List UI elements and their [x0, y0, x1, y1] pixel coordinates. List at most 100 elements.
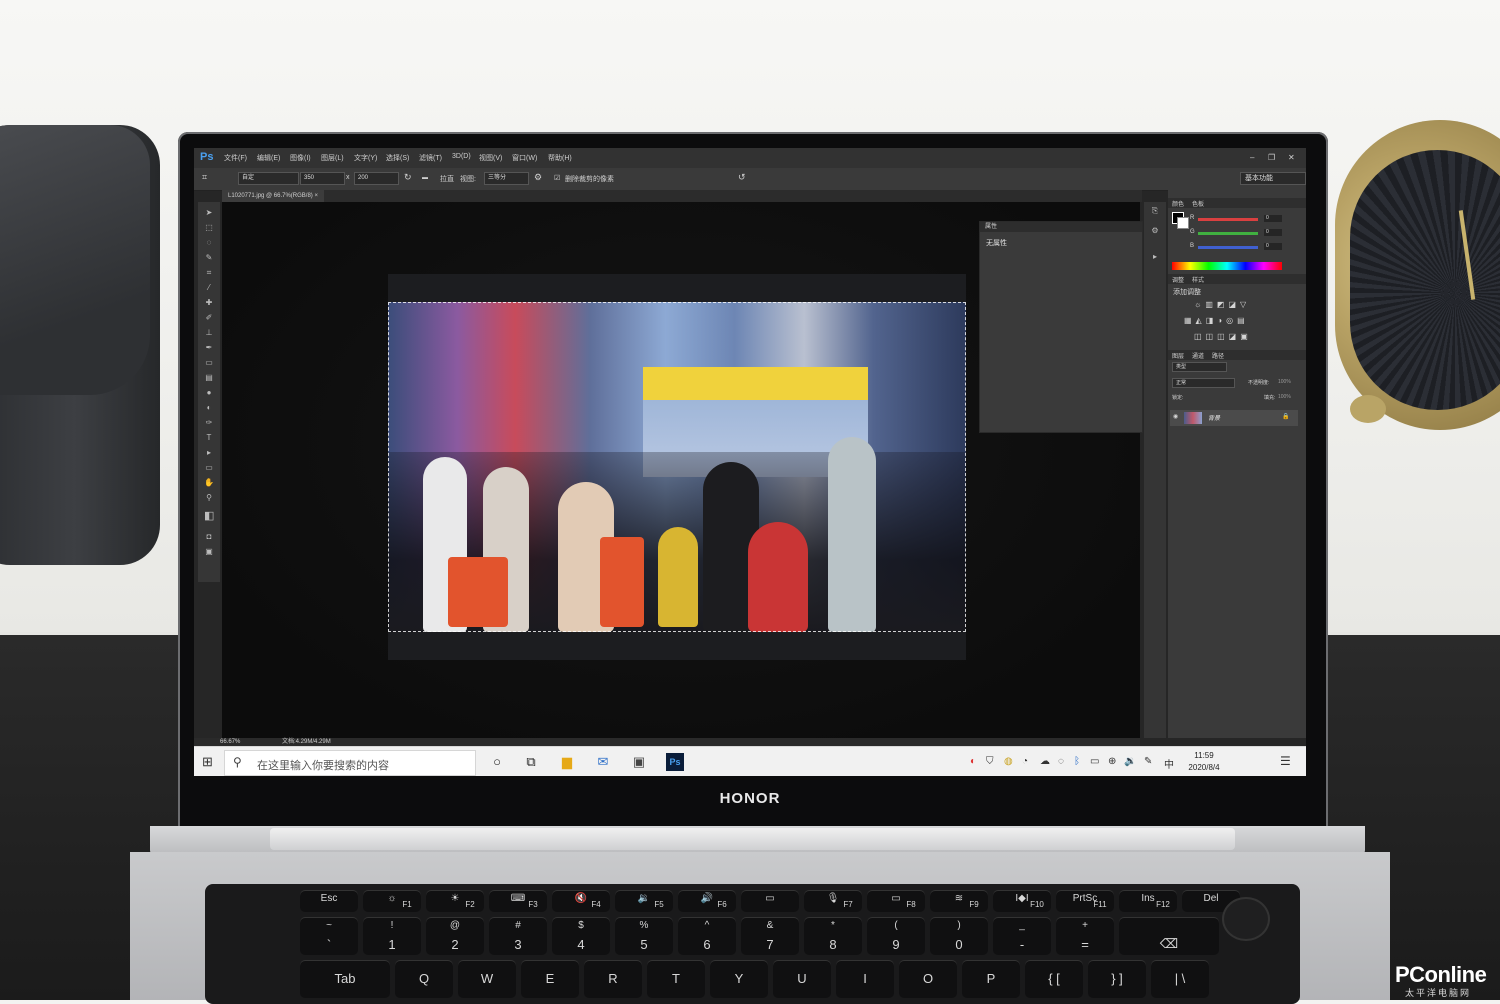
tray-app-icon[interactable]: ◐ — [970, 756, 976, 767]
layer-row-background[interactable]: ◉ 背景 🔒 — [1170, 410, 1298, 426]
keyboard-key[interactable]: (9 — [867, 917, 925, 955]
keyboard-key[interactable]: ▭ F8 — [867, 890, 925, 912]
zoom-tool-icon[interactable]: ⚲ — [204, 493, 214, 502]
keyboard-key[interactable]: R — [584, 960, 642, 998]
healing-tool-icon[interactable]: ✚ — [204, 298, 214, 307]
quick-mask-icon[interactable]: ◘ — [204, 532, 214, 541]
keyboard-key[interactable]: ! 1 — [363, 917, 421, 955]
menu-edit[interactable]: 编辑(E) — [257, 153, 280, 163]
straighten-icon[interactable]: ▬ — [422, 175, 428, 181]
fill-value[interactable]: 100% — [1278, 394, 1291, 400]
keyboard-key[interactable]: Y — [710, 960, 768, 998]
swap-icon[interactable]: ↻ — [404, 172, 412, 183]
lasso-tool-icon[interactable]: ◌ — [204, 238, 214, 247]
tab-color[interactable]: 颜色 — [1172, 199, 1184, 208]
restore-button[interactable]: ❐ — [1268, 153, 1275, 162]
channel-g-value[interactable]: 0 — [1264, 229, 1282, 236]
volume-icon[interactable]: 🔉 — [1124, 756, 1136, 767]
dodge-tool-icon[interactable]: ◐ — [204, 403, 214, 412]
straighten-label[interactable]: 拉直 — [440, 174, 454, 184]
menu-image[interactable]: 图像(I) — [290, 153, 311, 163]
computer-icon[interactable]: ▣ — [630, 753, 648, 771]
gradient-tool-icon[interactable]: ▤ — [204, 373, 214, 382]
tab-adjustments[interactable]: 调整 — [1172, 275, 1184, 284]
workspace-select[interactable]: 基本功能 — [1240, 172, 1306, 185]
menu-help[interactable]: 帮助(H) — [548, 153, 572, 163]
stamp-tool-icon[interactable]: ⊥ — [204, 328, 214, 337]
marquee-tool-icon[interactable]: ⬚ — [204, 223, 214, 232]
adjustment-icons-row-2[interactable]: ▦◭◨◑◎▤ — [1184, 316, 1249, 325]
keyboard-key[interactable]: T — [647, 960, 705, 998]
keyboard-key[interactable]: + = — [1056, 917, 1114, 955]
close-button[interactable]: ✕ — [1288, 153, 1295, 162]
color-swatches-icon[interactable]: ◧ — [204, 511, 214, 522]
power-button[interactable] — [1222, 897, 1270, 941]
keyboard-key[interactable]: | \ — [1151, 960, 1209, 998]
menu-layer[interactable]: 图层(L) — [321, 153, 344, 163]
keyboard-key[interactable]: P — [962, 960, 1020, 998]
crop-frame[interactable] — [388, 302, 966, 632]
ime-indicator[interactable]: 中 — [1164, 756, 1174, 771]
keyboard-key[interactable]: ^ 6 — [678, 917, 736, 955]
keyboard-key[interactable]: Esc — [300, 890, 358, 912]
background-color-swatch[interactable] — [1177, 217, 1189, 229]
taskbar-date[interactable]: 2020/8/4 — [1182, 763, 1226, 772]
zoom-level[interactable]: 66.67% — [220, 738, 240, 746]
screen-mode-icon[interactable]: ▣ — [204, 547, 214, 556]
keyboard-key[interactable]: I◆I F10 — [993, 890, 1051, 912]
keyboard-key[interactable]: % 5 — [615, 917, 673, 955]
minimize-button[interactable]: – — [1250, 153, 1254, 162]
crop-height-input[interactable]: 200 — [354, 172, 399, 185]
keyboard-key[interactable]: ⌫ — [1119, 917, 1219, 955]
mail-icon[interactable]: ✉ — [594, 753, 612, 771]
keyboard-key[interactable]: O — [899, 960, 957, 998]
pen-tool-icon[interactable]: ✑ — [204, 418, 214, 427]
keyboard-key[interactable]: @2 — [426, 917, 484, 955]
keyboard-key[interactable]: 🔉 F5 — [615, 890, 673, 912]
keyboard-key[interactable]: Tab — [300, 960, 390, 998]
shield-icon[interactable]: ⛉ — [986, 756, 994, 767]
path-select-tool-icon[interactable]: ▸ — [204, 448, 214, 457]
menu-filter[interactable]: 滤镜(T) — [419, 153, 442, 163]
keyboard-key[interactable]: U — [773, 960, 831, 998]
tab-channels[interactable]: 通道 — [1192, 351, 1204, 360]
tab-swatches[interactable]: 色板 — [1192, 199, 1204, 208]
taskbar-search-box[interactable]: ⚲ 在这里输入你要搜索的内容 — [224, 750, 476, 776]
keyboard-key[interactable]: & 7 — [741, 917, 799, 955]
keyboard-key[interactable]: * 8 — [804, 917, 862, 955]
keyboard-key[interactable]: 🎙 F7 — [804, 890, 862, 912]
network-icon[interactable]: ⊕ — [1108, 756, 1116, 767]
keyboard-key[interactable]: ☀ F2 — [426, 890, 484, 912]
history-icon[interactable]: ⎘ — [1150, 206, 1160, 215]
keyboard-key[interactable]: ~ ` — [300, 917, 358, 955]
tray-app-icon[interactable]: ◔ — [1022, 756, 1028, 767]
tab-layers[interactable]: 图层 — [1172, 351, 1184, 360]
keyboard-key[interactable]: } ] — [1088, 960, 1146, 998]
shape-tool-icon[interactable]: ▭ — [204, 463, 214, 472]
file-explorer-icon[interactable]: ▆ — [558, 753, 576, 771]
crop-width-input[interactable]: 350 — [300, 172, 345, 185]
color-spectrum[interactable] — [1172, 262, 1282, 270]
tab-paths[interactable]: 路径 — [1212, 351, 1224, 360]
taskbar-time[interactable]: 11:59 — [1184, 751, 1224, 760]
keyboard-key[interactable]: Ins F12 — [1119, 890, 1177, 912]
type-tool-icon[interactable]: T — [204, 433, 214, 442]
pen-icon[interactable]: ✎ — [1144, 756, 1152, 767]
hand-tool-icon[interactable]: ✋ — [204, 478, 214, 487]
info-icon[interactable]: ▸ — [1150, 252, 1160, 261]
keyboard-key[interactable]: #3 — [489, 917, 547, 955]
photoshop-taskbar-icon[interactable]: Ps — [666, 753, 684, 771]
eyedropper-tool-icon[interactable]: ⁄ — [204, 283, 214, 292]
notification-icon[interactable]: ☰ — [1280, 754, 1291, 768]
reset-icon[interactable]: ↺ — [738, 172, 746, 183]
crop-tool-icon[interactable]: ⌗ — [202, 172, 207, 183]
move-tool-icon[interactable]: ➤ — [204, 208, 214, 217]
keyboard-key[interactable]: ▭ — [741, 890, 799, 912]
view-select[interactable]: 三等分 — [484, 172, 529, 185]
opacity-value[interactable]: 100% — [1278, 379, 1291, 385]
history-brush-tool-icon[interactable]: ✒ — [204, 343, 214, 352]
keyboard-key[interactable]: 🔇 F4 — [552, 890, 610, 912]
menu-view[interactable]: 视图(V) — [479, 153, 502, 163]
blur-tool-icon[interactable]: ● — [204, 388, 214, 397]
menu-type[interactable]: 文字(Y) — [354, 153, 377, 163]
